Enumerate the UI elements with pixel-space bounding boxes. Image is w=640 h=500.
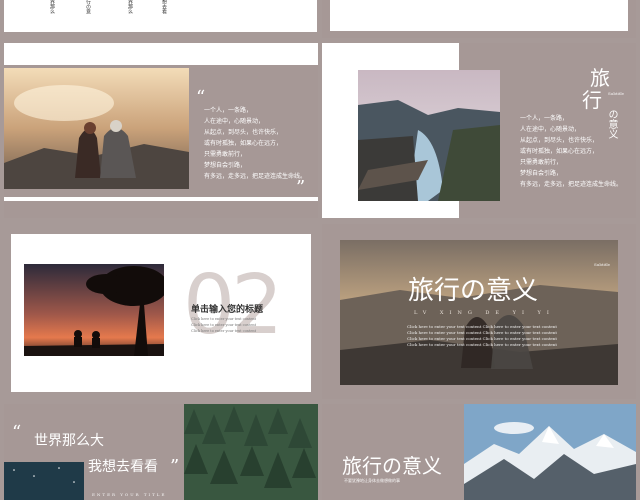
slide-3-bottom-band (4, 197, 318, 201)
vertical-label: 旅行の意义 (85, 0, 91, 14)
slide-6-body: Click here to enter your text content Cl… (392, 324, 572, 348)
body-line: Click here to enter your text content Cl… (407, 342, 557, 347)
vertical-label: 世界那么大 (49, 0, 55, 14)
slide-4-body: 一个人，一条路， 人在途中，心随景动， 从起点，到尽头，也许快乐， 或有时孤独，… (520, 113, 632, 190)
body-line: 只需勇敢前行， (204, 151, 247, 158)
slide-8-caption: 不要犹豫地让身体去做想做的事 (344, 478, 400, 483)
body-line: 一个人，一条路， (520, 115, 569, 122)
snowy-mountain-photo (464, 404, 636, 500)
body-line: 有多远，走多远，把足迹连成生命线。 (520, 181, 623, 188)
slide-8-thumbnail[interactable]: 旅行の意义 不要犹豫地让身体去做想做的事 (322, 404, 636, 500)
body-line: 人在途中，心随景动， (204, 118, 265, 125)
slide-5-heading: 单击输入您的标题 (191, 305, 264, 315)
title-char: 旅 (590, 66, 610, 90)
close-quote-icon: ” (296, 177, 306, 198)
body-line: 人在途中，心随景动， (520, 126, 581, 133)
vertical-label: 世界那么大 (127, 0, 133, 14)
slide-2-white-card (330, 0, 628, 31)
body-line: 梦想自会引路， (204, 162, 247, 169)
body-line: 或有时孤独，如果心在远方， (520, 148, 599, 155)
slide-4-thumbnail[interactable]: 旅 行 の意义 Subtitle 一个人，一条路， 人在途中，心随景动， 从起点… (322, 43, 636, 218)
slide-7-thumbnail[interactable]: “ 世界那么大 我想去看看 ” ENTER YOUR TITLE (4, 404, 318, 500)
couple-sunset-photo (4, 68, 189, 189)
slide-7-line-2: 我想去看看 (88, 459, 158, 475)
canyon-cliff-photo (358, 70, 500, 201)
slide-3-thumbnail[interactable]: “ 一个人，一条路， 人在途中，心随景动， 从起点，到尽头，也许快乐， 或有时孤… (4, 43, 318, 218)
slide-4-tag: Subtitle (608, 91, 625, 96)
slide-5-body: Click here to enter your text content Cl… (191, 316, 291, 334)
slide-6-tag: Subtitle (594, 262, 611, 267)
slide-2-thumbnail[interactable] (322, 0, 636, 38)
body-line: 从起点，到尽头，也许快乐， (520, 137, 599, 144)
body-line: 梦想自会引路， (520, 170, 563, 177)
slide-7-footer: ENTER YOUR TITLE (92, 492, 167, 497)
slide-1-vertical-labels: 世界那么大 旅行の意义 世界那么大 我想去看看 (42, 0, 282, 14)
body-line: 或有时孤独，如果心在远方， (204, 140, 283, 147)
body-line: 只需勇敢前行， (520, 159, 563, 166)
slide-8-title: 旅行の意义 (342, 454, 442, 478)
close-quote-icon: ” (170, 456, 180, 477)
tree-silhouette-photo (24, 264, 164, 356)
open-quote-icon: “ (12, 422, 22, 443)
starry-sky-photo (4, 462, 84, 500)
slide-3-body: 一个人，一条路， 人在途中，心随景动， 从起点，到尽头，也许快乐， 或有时孤独，… (204, 105, 314, 182)
body-line: 一个人，一条路， (204, 107, 253, 114)
body-line: 从起点，到尽头，也许快乐， (204, 129, 283, 136)
slide-6-subtitle: LV XING DE YI YI (414, 310, 555, 316)
title-char: 行 (582, 88, 602, 112)
slide-6-thumbnail[interactable]: Subtitle 旅行の意义 LV XING DE YI YI Click he… (322, 224, 636, 399)
vertical-label: 我想去看看 (161, 0, 167, 14)
slide-4-title: 旅 行 (582, 66, 610, 111)
slide-6-title: 旅行の意义 (408, 276, 539, 306)
slide-7-line-1: 世界那么大 (34, 433, 104, 449)
slide-3-top-band (4, 43, 318, 65)
slide-1-thumbnail[interactable]: 世界那么大 旅行の意义 世界那么大 我想去看看 (4, 0, 317, 32)
body-line: Click here to enter your text content (191, 329, 257, 333)
slide-5-thumbnail[interactable]: 02 单击输入您的标题 Click here to enter your tex… (11, 234, 311, 392)
forest-photo (184, 404, 318, 500)
